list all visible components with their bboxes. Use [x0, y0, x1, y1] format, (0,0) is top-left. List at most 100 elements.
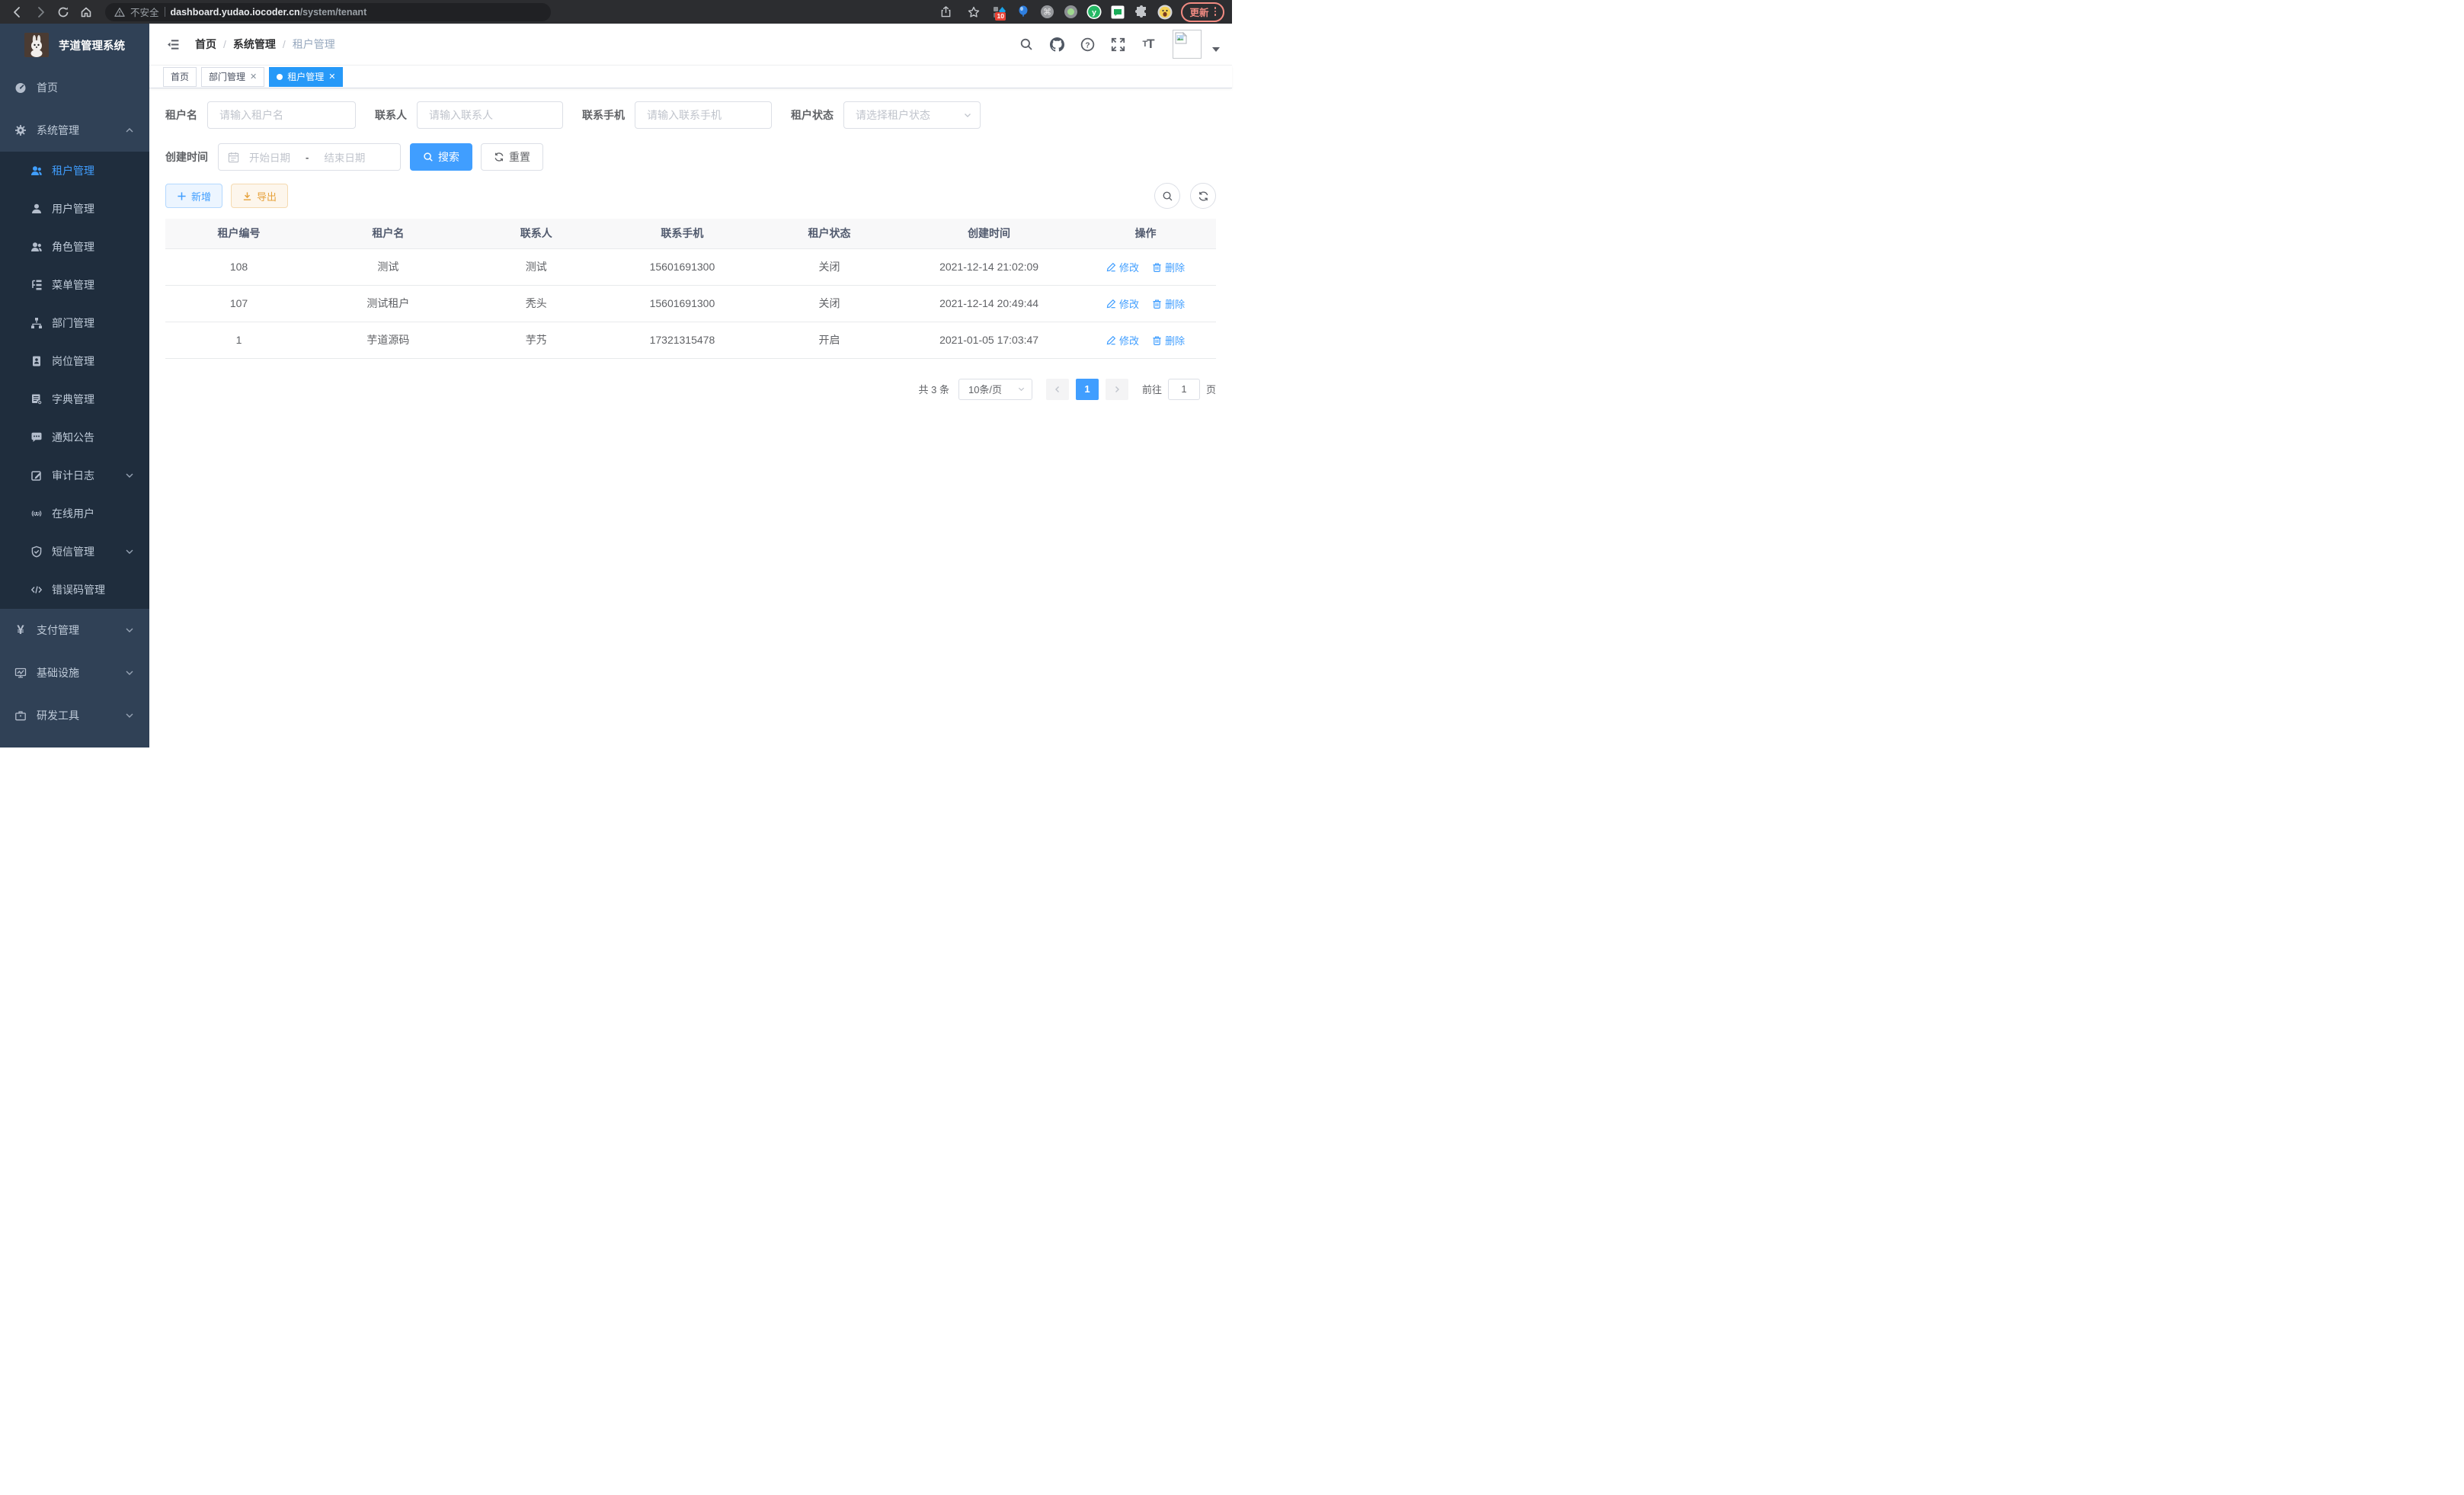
sidebar-logo[interactable]: 芋道管理系统	[0, 24, 149, 66]
sidebar-item-user[interactable]: 用户管理	[0, 190, 149, 228]
font-size-icon[interactable]: TT	[1141, 37, 1156, 52]
trash-icon	[1152, 299, 1162, 309]
goto-page-input[interactable]	[1168, 379, 1200, 400]
cell-tenant-name: 芋道源码	[312, 322, 464, 358]
sidebar-fold-icon[interactable]	[160, 31, 186, 57]
edit-button[interactable]: 修改	[1106, 296, 1139, 311]
dashboard-icon	[14, 82, 27, 94]
sidebar-item-error-code[interactable]: 错误码管理	[0, 571, 149, 609]
page-number-current[interactable]: 1	[1076, 379, 1099, 400]
cell-created: 2021-12-14 21:02:09	[903, 248, 1075, 285]
delete-button[interactable]: 删除	[1152, 333, 1185, 347]
next-page-button[interactable]	[1106, 379, 1128, 400]
add-button[interactable]: 新增	[165, 184, 222, 208]
shield-check-icon	[30, 546, 43, 558]
browser-menu-icon[interactable]	[1214, 7, 1217, 16]
back-icon[interactable]	[8, 2, 27, 22]
col-tenant-id: 租户编号	[165, 219, 312, 248]
col-mobile: 联系手机	[609, 219, 756, 248]
update-label: 更新	[1189, 5, 1208, 19]
url-host: dashboard.yudao.iocoder.cn	[171, 7, 300, 18]
home-icon[interactable]	[76, 2, 96, 22]
reset-button[interactable]: 重置	[481, 143, 543, 171]
sidebar-item-sms[interactable]: 短信管理	[0, 533, 149, 571]
search-button[interactable]: 搜索	[410, 143, 472, 171]
help-icon[interactable]: ?	[1080, 37, 1095, 52]
yen-icon: ¥	[14, 624, 27, 636]
breadcrumb-system[interactable]: 系统管理	[233, 37, 276, 52]
sidebar-item-post[interactable]: 岗位管理	[0, 342, 149, 380]
delete-button[interactable]: 删除	[1152, 296, 1185, 311]
sidebar-item-online-user[interactable]: 在线用户	[0, 495, 149, 533]
message-icon	[30, 431, 43, 443]
tab-dept[interactable]: 部门管理 ✕	[201, 67, 264, 87]
user-menu-caret-icon[interactable]	[1212, 47, 1220, 52]
status-select[interactable]: 请选择租户状态	[843, 101, 981, 129]
audit-log-icon	[30, 469, 43, 482]
sidebar-item-notice[interactable]: 通知公告	[0, 418, 149, 456]
extension-tampermonkey-icon[interactable]: 10	[992, 5, 1007, 20]
close-icon[interactable]: ✕	[250, 72, 257, 82]
bookmark-star-icon[interactable]	[964, 2, 984, 22]
refresh-table-button[interactable]	[1190, 183, 1216, 209]
sidebar-item-dept[interactable]: 部门管理	[0, 304, 149, 342]
tenants-icon	[30, 165, 43, 177]
close-icon[interactable]: ✕	[328, 72, 335, 82]
system-submenu: 租户管理 用户管理 角色管理 菜单管理	[0, 152, 149, 609]
breadcrumb-current: 租户管理	[293, 37, 335, 52]
sidebar-item-menu[interactable]: 菜单管理	[0, 266, 149, 304]
edit-button[interactable]: 修改	[1106, 260, 1139, 274]
contact-input[interactable]	[417, 101, 563, 129]
date-range-picker[interactable]: 开始日期 - 结束日期	[218, 143, 401, 171]
edit-button[interactable]: 修改	[1106, 333, 1139, 347]
sidebar-item-system[interactable]: 系统管理	[0, 109, 149, 152]
end-date-placeholder: 结束日期	[324, 149, 365, 165]
tab-tenant[interactable]: 租户管理 ✕	[269, 67, 343, 87]
fullscreen-icon[interactable]	[1110, 37, 1125, 52]
forward-icon[interactable]	[30, 2, 50, 22]
delete-button[interactable]: 删除	[1152, 260, 1185, 274]
page-size-select[interactable]: 10条/页	[958, 379, 1032, 400]
cell-created: 2021-12-14 20:49:44	[903, 285, 1075, 322]
github-icon[interactable]	[1049, 37, 1064, 52]
extension-recorder-icon[interactable]	[1063, 5, 1078, 20]
org-tree-icon	[30, 317, 43, 329]
range-separator: -	[306, 152, 309, 163]
extension-yuque-icon[interactable]: y	[1086, 5, 1102, 20]
cell-contact: 测试	[464, 248, 609, 285]
extension-puzzle-icon[interactable]	[1134, 5, 1149, 20]
sidebar-item-label: 角色管理	[52, 239, 94, 255]
tenant-page: 租户名 联系人 联系手机 租户状态 请选择租户状态	[149, 88, 1232, 748]
extension-chat-icon[interactable]	[1110, 5, 1125, 20]
extension-emoji-icon[interactable]	[1157, 5, 1173, 20]
mobile-input[interactable]	[635, 101, 772, 129]
header-search-icon[interactable]	[1019, 37, 1034, 52]
tab-home[interactable]: 首页	[163, 67, 197, 87]
status-placeholder: 请选择租户状态	[856, 107, 930, 123]
sidebar-item-payment[interactable]: ¥ 支付管理	[0, 609, 149, 651]
sidebar-item-role[interactable]: 角色管理	[0, 228, 149, 266]
sidebar-item-dev-tools[interactable]: 研发工具	[0, 694, 149, 737]
extension-command-icon[interactable]: ⌘	[1039, 5, 1054, 20]
browser-update-button[interactable]: 更新	[1181, 2, 1224, 22]
sidebar-item-audit-log[interactable]: 审计日志	[0, 456, 149, 495]
sidebar-item-label: 菜单管理	[52, 277, 94, 293]
cell-mobile: 15601691300	[609, 248, 756, 285]
avatar[interactable]	[1173, 30, 1202, 59]
share-icon[interactable]	[936, 2, 955, 22]
tab-label: 租户管理	[287, 70, 324, 83]
sidebar-item-tenant[interactable]: 租户管理	[0, 152, 149, 190]
reload-icon[interactable]	[53, 2, 73, 22]
chevron-down-icon	[125, 668, 134, 677]
sidebar-item-dict[interactable]: 字典管理	[0, 380, 149, 418]
breadcrumb-home[interactable]: 首页	[195, 37, 216, 52]
sidebar-item-infrastructure[interactable]: 基础设施	[0, 651, 149, 694]
address-bar[interactable]: 不安全 dashboard.yudao.iocoder.cn/system/te…	[105, 3, 551, 21]
extension-balloon-icon[interactable]	[1016, 5, 1031, 20]
tenant-name-input[interactable]	[207, 101, 356, 129]
cell-mobile: 15601691300	[609, 285, 756, 322]
prev-page-button[interactable]	[1046, 379, 1069, 400]
sidebar-item-home[interactable]: 首页	[0, 66, 149, 109]
toggle-search-button[interactable]	[1154, 183, 1180, 209]
export-button[interactable]: 导出	[231, 184, 288, 208]
